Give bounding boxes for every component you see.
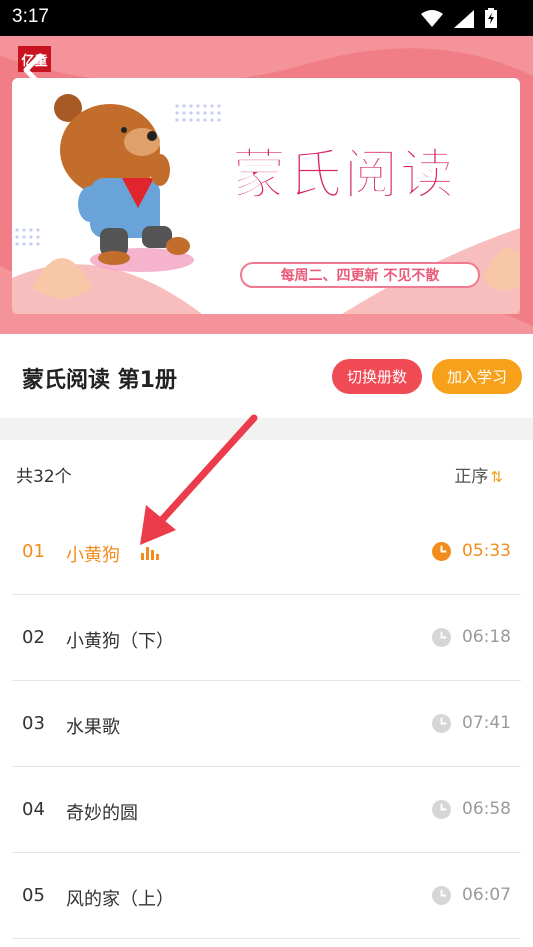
book-header: 蒙氏阅读 第1册 切换册数 加入学习 (0, 334, 533, 418)
bear-illustration (54, 94, 194, 272)
list-header: 共32个 正序 ⇅ (0, 440, 533, 506)
track-number: 01 (22, 541, 45, 562)
track-number: 05 (22, 885, 45, 906)
join-study-button[interactable]: 加入学习 (432, 359, 522, 394)
clock-icon (432, 628, 451, 647)
status-bar: 3:17 (0, 0, 533, 36)
status-icons (420, 8, 497, 32)
sort-label: 正序 (454, 467, 489, 487)
banner-subtitle: 每周二、四更新 不见不散 (240, 262, 480, 288)
track-name: 奇妙的圆 (66, 803, 138, 824)
status-time: 3:17 (12, 6, 49, 27)
signal-icon (453, 10, 474, 28)
track-duration: 06:18 (462, 627, 511, 647)
book-title: 蒙氏阅读 第1册 (22, 368, 177, 393)
back-arrow-icon (23, 53, 43, 87)
clock-icon (432, 714, 451, 733)
track-number: 04 (22, 799, 45, 820)
track-count: 共32个 (16, 467, 72, 487)
track-row[interactable]: 04 奇妙的圆 06:58 (12, 766, 521, 853)
track-number: 03 (22, 713, 45, 734)
sort-toggle[interactable]: 正序 ⇅ (454, 462, 503, 487)
switch-volume-button[interactable]: 切换册数 (332, 359, 422, 394)
battery-icon (485, 8, 497, 28)
track-number: 02 (22, 627, 45, 648)
track-name: 风的家（上） (66, 889, 174, 910)
track-row[interactable]: 02 小黄狗（下） 06:18 (12, 594, 521, 681)
track-name: 小黄狗（下） (66, 631, 174, 652)
track-row[interactable]: 01 小黄狗 05:33 (12, 508, 521, 595)
track-duration: 06:58 (462, 799, 511, 819)
banner: 亿童 蒙氏阅读 每周二、四更新 不见不散 (0, 36, 533, 334)
track-name: 小黄狗 (66, 545, 120, 566)
equalizer-icon (141, 547, 159, 560)
clock-icon (432, 800, 451, 819)
section-divider (0, 418, 533, 440)
back-button[interactable] (16, 48, 52, 92)
track-duration: 07:41 (462, 713, 511, 733)
track-row[interactable]: 03 水果歌 07:41 (12, 680, 521, 767)
track-name: 水果歌 (66, 717, 120, 738)
track-row[interactable]: 05 风的家（上） 06:07 (12, 852, 521, 939)
clock-icon (432, 886, 451, 905)
banner-title: 蒙氏阅读 (232, 142, 456, 207)
clock-icon (432, 542, 451, 561)
track-duration: 05:33 (462, 541, 511, 561)
sort-arrows-icon: ⇅ (490, 468, 503, 486)
track-duration: 06:07 (462, 885, 511, 905)
wifi-icon (420, 10, 443, 27)
